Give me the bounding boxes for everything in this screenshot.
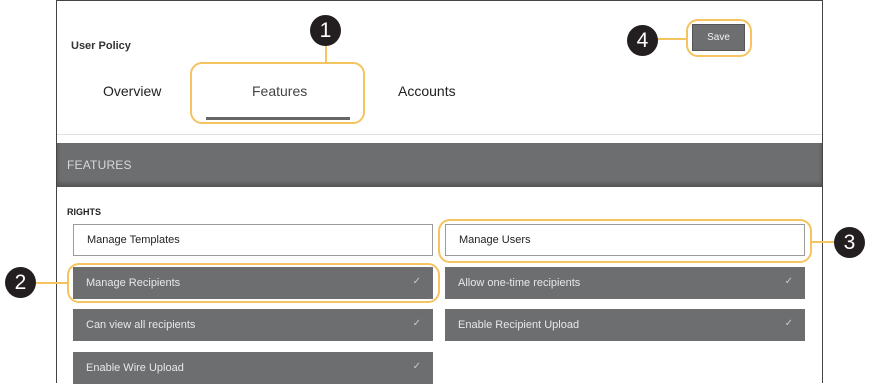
check-icon: ✓ (784, 276, 793, 287)
tabs-divider (57, 134, 822, 135)
callout-ring-manage-users (438, 219, 812, 263)
callout-marker-4: 4 (627, 25, 658, 56)
check-icon: ✓ (412, 318, 421, 329)
callout-marker-2: 2 (5, 267, 36, 298)
check-icon: ✓ (784, 318, 793, 329)
page-title: User Policy (71, 40, 131, 52)
callout-line-3 (811, 241, 835, 243)
features-section-header (57, 143, 822, 187)
right-label: Manage Templates (87, 234, 180, 246)
callout-marker-3: 3 (834, 227, 865, 258)
right-label: Enable Wire Upload (86, 362, 184, 374)
callout-line-4 (657, 38, 687, 40)
right-enable-recipient-upload[interactable]: Enable Recipient Upload ✓ (445, 309, 805, 341)
right-can-view-all-recipients[interactable]: Can view all recipients ✓ (73, 309, 433, 341)
callout-marker-1: 1 (310, 15, 341, 46)
tab-accounts[interactable]: Accounts (398, 83, 456, 99)
features-section-title: FEATURES (67, 158, 132, 172)
callout-line-1 (325, 44, 327, 63)
tab-overview[interactable]: Overview (103, 83, 161, 99)
callout-ring-save (686, 19, 752, 57)
callout-line-2 (36, 282, 68, 284)
callout-ring-features-tab (190, 62, 365, 124)
right-label: Can view all recipients (86, 319, 196, 331)
rights-group-label: RIGHTS (67, 207, 102, 217)
right-enable-wire-upload[interactable]: Enable Wire Upload ✓ (73, 352, 433, 384)
right-allow-one-time-recipients[interactable]: Allow one-time recipients ✓ (445, 267, 805, 299)
check-icon: ✓ (412, 361, 421, 372)
right-label: Enable Recipient Upload (458, 319, 580, 331)
callout-ring-manage-recipients (67, 263, 440, 303)
right-manage-templates[interactable]: Manage Templates (73, 224, 433, 256)
right-label: Allow one-time recipients (458, 277, 581, 289)
